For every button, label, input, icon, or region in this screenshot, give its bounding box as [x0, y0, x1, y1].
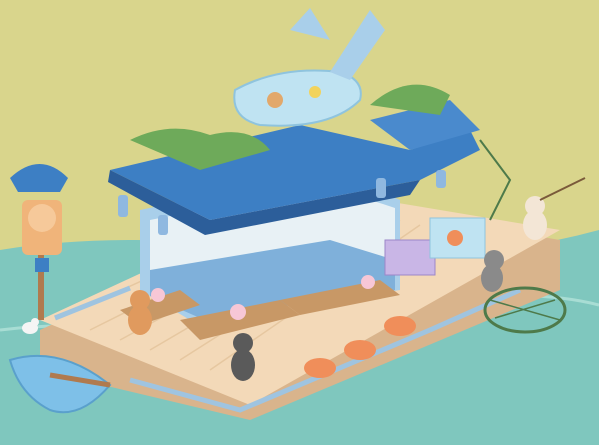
customer-cat-front	[231, 333, 255, 381]
customer-cat-left	[128, 290, 152, 335]
game-scene	[0, 0, 599, 445]
